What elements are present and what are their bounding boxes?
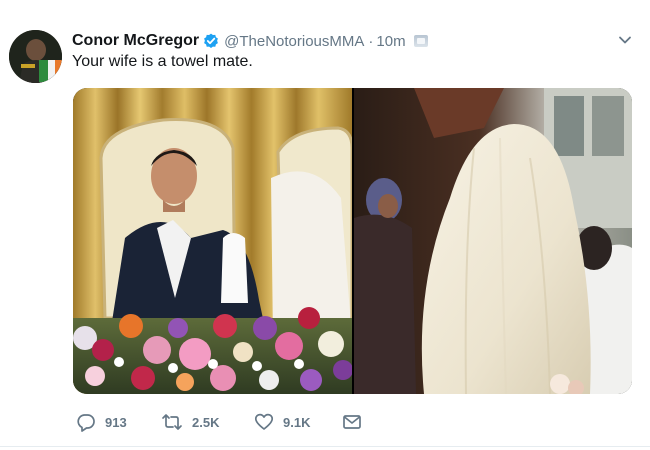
direct-message-button[interactable] [342,410,362,434]
tweet-text: Your wife is a towel mate. [72,53,253,70]
chevron-down-icon[interactable] [617,32,633,48]
author-name[interactable]: Conor McGregor [72,32,199,50]
reply-count: 913 [105,414,127,430]
envelope-icon [342,412,362,432]
divider [0,446,650,447]
retweet-icon [161,412,183,432]
tweet-card[interactable]: Conor McGregor @TheNotoriousMMA · 10m Yo… [0,0,650,450]
verified-badge-icon [203,33,219,49]
avatar[interactable] [9,30,62,83]
photo-groom[interactable] [73,88,352,394]
tweet-media[interactable] [73,88,632,394]
author-handle[interactable]: @TheNotoriousMMA [224,33,364,50]
timestamp[interactable]: 10m [376,33,405,50]
retweet-count: 2.5K [192,414,220,430]
reply-button[interactable]: 913 [76,410,127,434]
tweet-header: Conor McGregor @TheNotoriousMMA · 10m [72,30,428,52]
tweet-actions: 913 2.5K 9.1K [72,410,372,434]
separator-dot: · [368,32,374,50]
heart-icon [254,412,274,432]
retweet-button[interactable]: 2.5K [161,410,219,434]
reply-icon [76,412,96,432]
photo-veiled-bride[interactable] [354,88,632,394]
camera-badge-icon [413,35,428,47]
like-button[interactable]: 9.1K [254,410,310,434]
like-count: 9.1K [283,414,311,430]
